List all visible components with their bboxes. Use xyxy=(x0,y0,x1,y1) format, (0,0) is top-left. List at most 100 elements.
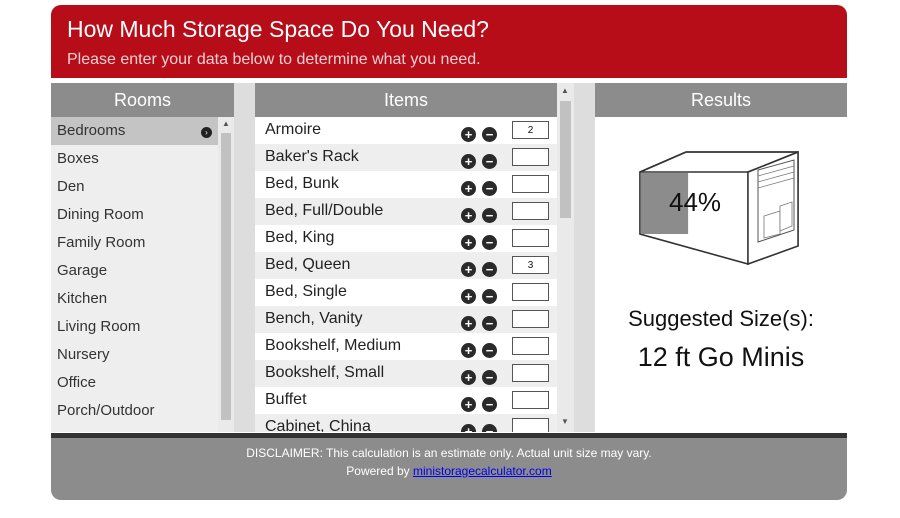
rooms-scroll-thumb[interactable] xyxy=(221,133,231,420)
items-scrollbar[interactable]: ▲ ▼ xyxy=(557,83,574,432)
minus-circle-icon[interactable]: − xyxy=(482,127,497,142)
minus-circle-icon[interactable]: − xyxy=(482,424,497,432)
room-item[interactable]: Kitchen xyxy=(51,285,218,313)
room-item[interactable]: Living Room xyxy=(51,313,218,341)
rooms-scrollbar[interactable]: ▲ xyxy=(218,117,234,432)
items-heading: Items xyxy=(255,83,557,117)
minus-circle-icon[interactable]: − xyxy=(482,397,497,412)
item-name: Baker's Rack xyxy=(265,148,359,165)
quantity-input[interactable] xyxy=(512,229,549,247)
header: How Much Storage Space Do You Need? Plea… xyxy=(51,5,847,78)
scroll-up-icon[interactable]: ▲ xyxy=(557,86,573,95)
room-item[interactable]: Bedrooms › xyxy=(51,117,218,145)
room-item[interactable]: Office xyxy=(51,369,218,397)
plus-circle-icon[interactable]: + xyxy=(461,262,476,277)
quantity-input[interactable] xyxy=(512,175,549,193)
room-item-label: Bedrooms xyxy=(57,122,126,139)
plus-circle-icon[interactable]: + xyxy=(461,424,476,432)
results-heading: Results xyxy=(595,83,847,117)
rooms-list: Bedrooms › Boxes Den Dining Room Family Room G… xyxy=(51,117,218,432)
page-title: How Much Storage Space Do You Need? xyxy=(67,16,489,42)
room-item-label: Office xyxy=(57,374,96,391)
room-item-label: Den xyxy=(57,178,85,195)
plus-circle-icon[interactable]: + xyxy=(461,343,476,358)
quantity-input[interactable] xyxy=(512,148,549,166)
divider xyxy=(234,83,255,432)
quantity-input[interactable] xyxy=(512,337,549,355)
footer: DISCLAIMER: This calculation is an estim… xyxy=(51,438,847,500)
rooms-heading: Rooms xyxy=(51,83,234,117)
room-item-label: Living Room xyxy=(57,318,141,335)
room-item-label: Kitchen xyxy=(57,290,108,307)
plus-circle-icon[interactable]: + xyxy=(461,208,476,223)
plus-circle-icon[interactable]: + xyxy=(461,370,476,385)
item-name: Bed, Bunk xyxy=(265,175,339,192)
plus-circle-icon[interactable]: + xyxy=(461,127,476,142)
item-name: Bookshelf, Small xyxy=(265,364,385,381)
minus-circle-icon[interactable]: − xyxy=(482,208,497,223)
quantity-input[interactable] xyxy=(512,121,549,139)
minus-circle-icon[interactable]: − xyxy=(482,262,497,277)
results-panel: 44% Suggested Size(s): 12 ft Go Minis xyxy=(595,117,847,432)
divider xyxy=(574,83,595,432)
plus-circle-icon[interactable]: + xyxy=(461,235,476,250)
quantity-input[interactable] xyxy=(512,202,549,220)
powered-by: Powered by ministoragecalculator.com xyxy=(51,464,847,478)
calculator-widget: How Much Storage Space Do You Need? Plea… xyxy=(51,5,847,500)
quantity-input[interactable] xyxy=(512,364,549,382)
item-row: Bed, Bunk + − xyxy=(255,171,557,198)
item-name: Bed, Queen xyxy=(265,256,351,273)
room-item[interactable]: Boxes xyxy=(51,145,218,173)
item-row: Bookshelf, Small + − xyxy=(255,360,557,387)
item-row: Bed, Single + − xyxy=(255,279,557,306)
suggested-size-label: Suggested Size(s): xyxy=(628,306,814,331)
minus-circle-icon[interactable]: − xyxy=(482,343,497,358)
room-item[interactable]: Den xyxy=(51,173,218,201)
minus-circle-icon[interactable]: − xyxy=(482,289,497,304)
plus-circle-icon[interactable]: + xyxy=(461,397,476,412)
powered-by-label: Powered by xyxy=(346,464,410,478)
item-name: Bed, King xyxy=(265,229,335,246)
item-row: Bed, Queen + − xyxy=(255,252,557,279)
suggested-size-value: 12 ft Go Minis xyxy=(637,342,805,372)
item-row: Bed, King + − xyxy=(255,225,557,252)
room-item[interactable]: Nursery xyxy=(51,341,218,369)
quantity-input[interactable] xyxy=(512,310,549,328)
item-name: Buffet xyxy=(265,391,307,408)
quantity-input[interactable] xyxy=(512,283,549,301)
item-row: Buffet + − xyxy=(255,387,557,414)
minus-circle-icon[interactable]: − xyxy=(482,154,497,169)
item-name: Bookshelf, Medium xyxy=(265,337,402,354)
room-item-label: Porch/Outdoor xyxy=(57,402,155,419)
room-item[interactable]: Garage xyxy=(51,257,218,285)
item-row: Baker's Rack + − xyxy=(255,144,557,171)
item-row: Bed, Full/Double + − xyxy=(255,198,557,225)
quantity-input[interactable] xyxy=(512,418,549,432)
minus-circle-icon[interactable]: − xyxy=(482,181,497,196)
item-name: Cabinet, China xyxy=(265,418,371,432)
plus-circle-icon[interactable]: + xyxy=(461,316,476,331)
room-item[interactable]: Porch/Outdoor xyxy=(51,397,218,425)
storage-unit-icon xyxy=(639,150,799,266)
minus-circle-icon[interactable]: − xyxy=(482,370,497,385)
room-item[interactable]: Dining Room xyxy=(51,201,218,229)
disclaimer-text: DISCLAIMER: This calculation is an estim… xyxy=(246,446,652,460)
quantity-input[interactable] xyxy=(512,391,549,409)
minus-circle-icon[interactable]: − xyxy=(482,316,497,331)
powered-by-link[interactable]: ministoragecalculator.com xyxy=(413,464,552,478)
items-scroll-thumb[interactable] xyxy=(560,101,571,218)
minus-circle-icon[interactable]: − xyxy=(482,235,497,250)
plus-circle-icon[interactable]: + xyxy=(461,181,476,196)
room-item-label: Boxes xyxy=(57,150,99,167)
items-list: Armoire+−Baker's Rack+−Bed, Bunk+−Bed, F… xyxy=(255,117,557,432)
plus-circle-icon[interactable]: + xyxy=(461,289,476,304)
plus-circle-icon[interactable]: + xyxy=(461,154,476,169)
room-item[interactable]: Family Room xyxy=(51,229,218,257)
scroll-down-icon[interactable]: ▼ xyxy=(557,417,573,426)
item-row: Bookshelf, Medium + − xyxy=(255,333,557,360)
room-item-label: Dining Room xyxy=(57,206,144,223)
quantity-input[interactable] xyxy=(512,256,549,274)
room-item-label: Family Room xyxy=(57,234,146,251)
item-name: Armoire xyxy=(265,121,322,138)
scroll-up-icon[interactable]: ▲ xyxy=(218,119,234,128)
